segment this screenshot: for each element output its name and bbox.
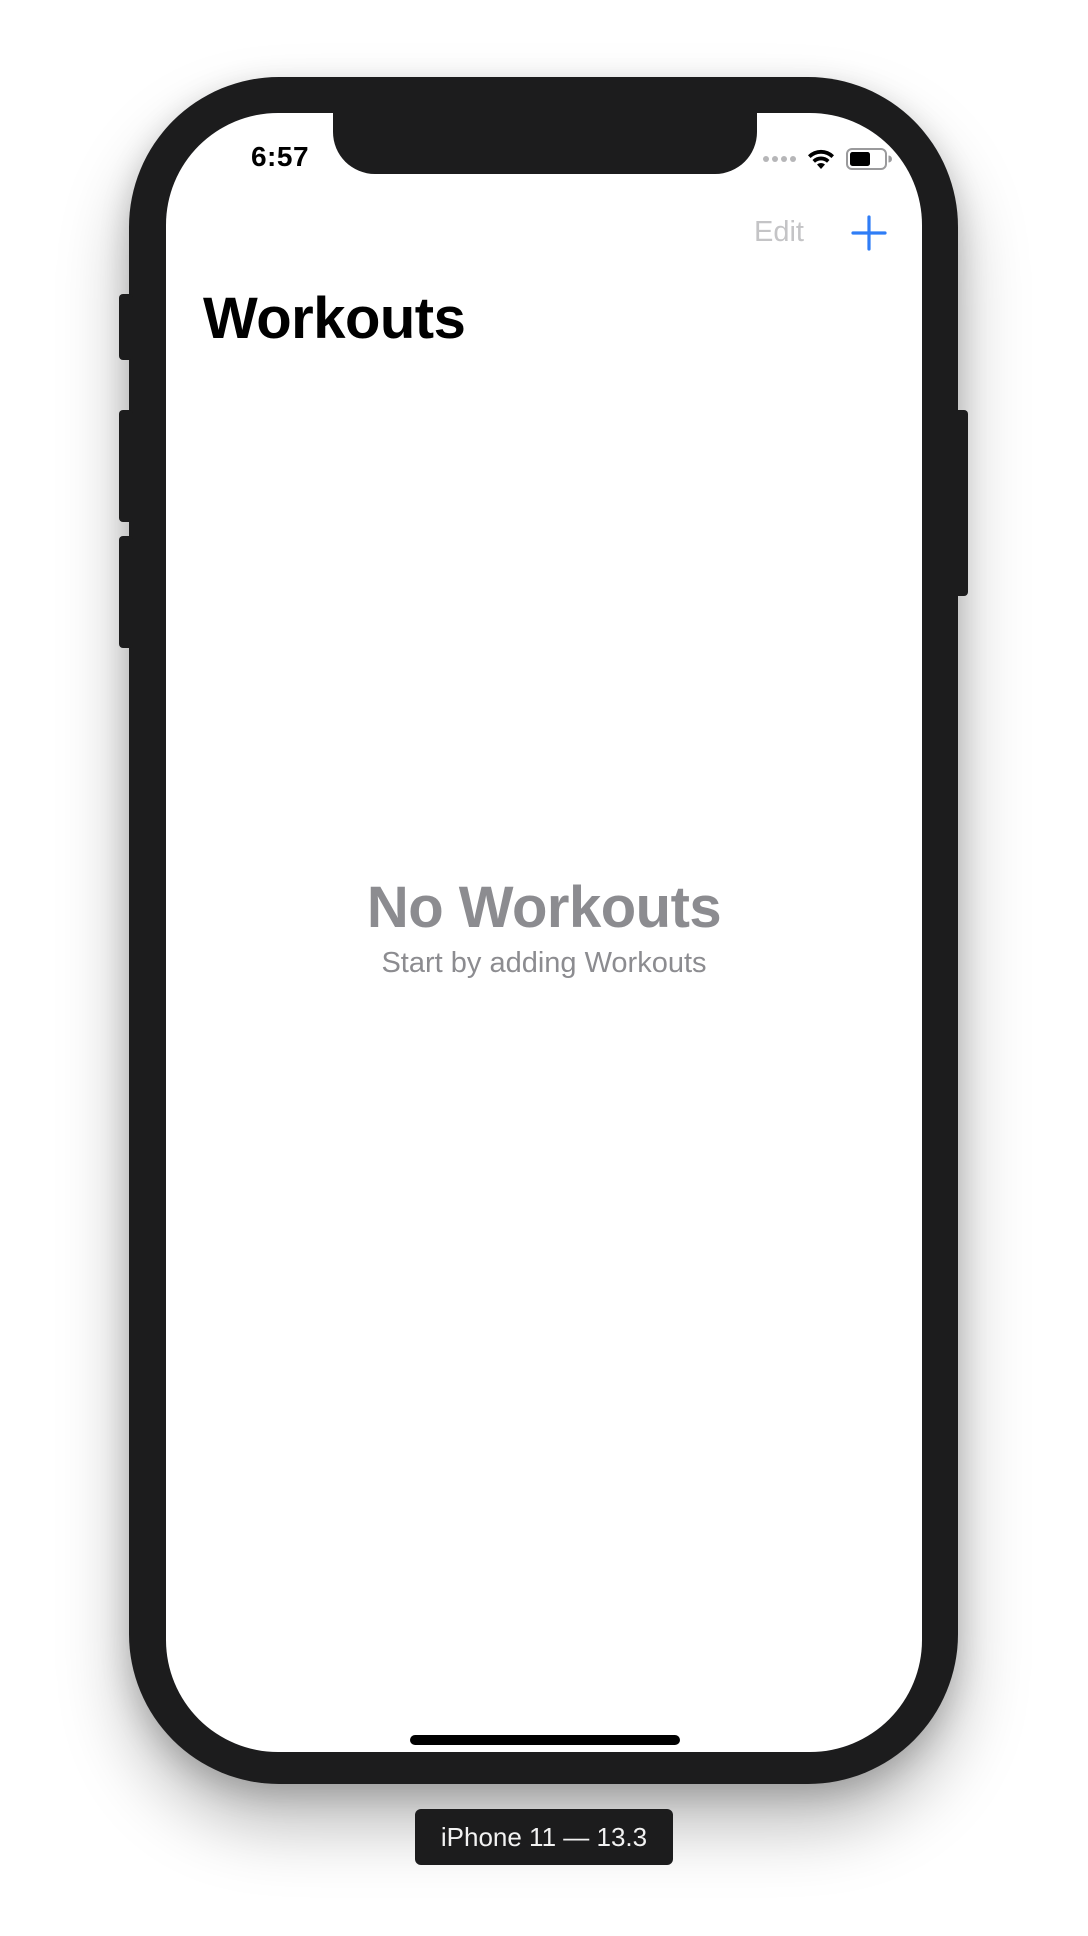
volume-up-button: [119, 410, 133, 522]
edit-button[interactable]: Edit: [754, 216, 804, 249]
wifi-icon: [808, 149, 834, 169]
plus-icon[interactable]: [849, 213, 889, 253]
page-title: Workouts: [203, 286, 466, 351]
device-screen: 6:57 Edit Workouts No Workouts Start by …: [166, 113, 922, 1752]
empty-state-subtitle: Start by adding Workouts: [381, 947, 707, 979]
status-icons: [763, 146, 892, 172]
empty-state: No Workouts Start by adding Workouts: [166, 873, 922, 980]
volume-down-button: [119, 536, 133, 648]
cellular-signal-icon: [763, 156, 796, 162]
power-button: [954, 410, 968, 596]
status-time: 6:57: [250, 141, 310, 172]
device-caption: iPhone 11 — 13.3: [415, 1809, 673, 1865]
home-indicator[interactable]: [410, 1735, 680, 1745]
notch: [333, 113, 757, 174]
mute-switch: [119, 294, 133, 360]
empty-state-title: No Workouts: [366, 875, 722, 940]
battery-icon: [846, 148, 892, 170]
